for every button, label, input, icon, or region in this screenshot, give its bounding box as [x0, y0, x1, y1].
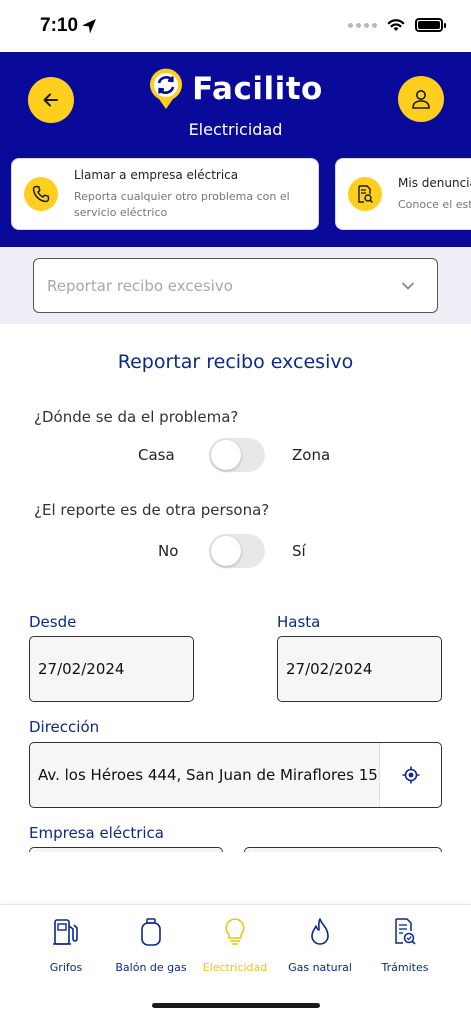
gps-target-icon: [402, 766, 419, 784]
locate-button[interactable]: [379, 743, 441, 807]
battery-icon: [415, 18, 446, 32]
hasta-date-value: 27/02/2024: [286, 660, 373, 678]
profile-button[interactable]: [398, 76, 444, 122]
home-indicator[interactable]: [152, 1003, 320, 1008]
flame-icon: [311, 918, 329, 945]
address-value: Av. los Héroes 444, San Juan de Miraflor…: [38, 766, 378, 784]
desde-date-field[interactable]: 27/02/2024: [29, 636, 194, 702]
nav-item-gas-natural[interactable]: Gas natural: [273, 905, 367, 985]
location-question: ¿Dónde se da el problema?: [34, 408, 239, 426]
card-title: Llamar a empresa eléctrica: [74, 167, 239, 182]
chevron-down-icon: [402, 282, 414, 290]
card-description: Reporta cualquier otro problema con el: [74, 189, 290, 203]
lightbulb-icon: [225, 918, 245, 945]
gas-cylinder-icon: [141, 918, 161, 946]
scroll-area-bottom: [0, 852, 471, 904]
call-electric-company-card[interactable]: Llamar a empresa eléctrica Reporta cualq…: [11, 158, 319, 230]
section-subtitle: Electricidad: [188, 120, 283, 139]
status-time: 7:10: [40, 15, 79, 36]
card-description-2: servicio eléctrico: [74, 205, 168, 219]
location-option-zona: Zona: [292, 446, 331, 464]
status-bar: 7:10: [0, 0, 471, 52]
gas-pump-icon: [53, 919, 78, 945]
card-description: Conoce el estado: [398, 197, 471, 211]
other-person-option-no: No: [158, 542, 179, 560]
desde-date-value: 27/02/2024: [38, 660, 125, 678]
nav-item-tramites[interactable]: Trámites: [358, 905, 452, 985]
phone-icon: [24, 177, 58, 211]
card-title: Mis denuncias: [398, 175, 471, 190]
desde-label: Desde: [29, 613, 77, 631]
nav-label: Grifos: [49, 961, 83, 974]
other-person-toggle[interactable]: [209, 534, 265, 568]
other-person-toggle-row: No Sí: [0, 534, 471, 568]
facilito-logo-icon: [150, 68, 183, 109]
nav-item-balon-de-gas[interactable]: Balón de gas: [104, 905, 198, 985]
nav-label: Gas natural: [288, 961, 352, 974]
brand-name: Facilito: [192, 71, 323, 107]
hasta-label: Hasta: [277, 613, 321, 631]
nav-label: Balón de gas: [115, 961, 187, 974]
location-arrow-icon: [82, 19, 96, 34]
user-icon: [412, 90, 430, 109]
nav-item-electricidad[interactable]: Electricidad: [188, 905, 282, 985]
other-person-question: ¿El reporte es de otra persona?: [34, 501, 270, 519]
empresa-label: Empresa eléctrica: [29, 824, 164, 842]
report-type-section: Reportar recibo excesivo: [0, 247, 471, 324]
wifi-icon: [387, 19, 405, 31]
app-header: Facilito Electricidad Llamar a empresa e…: [0, 52, 471, 247]
location-toggle-row: Casa Zona: [0, 438, 471, 472]
direccion-label: Dirección: [29, 718, 100, 736]
my-complaints-card[interactable]: Mis denuncias Conoce el estado: [335, 158, 471, 230]
address-field[interactable]: Av. los Héroes 444, San Juan de Miraflor…: [29, 742, 442, 808]
form-title: Reportar recibo excesivo: [117, 351, 354, 373]
nav-label: Trámites: [381, 961, 429, 974]
report-type-select[interactable]: Reportar recibo excesivo: [33, 258, 438, 313]
nav-label: Electricidad: [202, 961, 268, 974]
status-indicators: [348, 18, 446, 32]
nav-item-grifos[interactable]: Grifos: [19, 905, 113, 985]
other-person-option-si: Sí: [292, 542, 306, 560]
document-search-icon: [348, 177, 382, 211]
location-toggle[interactable]: [209, 438, 265, 472]
location-option-casa: Casa: [138, 446, 175, 464]
document-check-icon: [395, 918, 416, 945]
cellular-signal-icon: [348, 22, 377, 28]
hasta-date-field[interactable]: 27/02/2024: [277, 636, 442, 702]
report-type-value: Reportar recibo excesivo: [47, 276, 233, 295]
